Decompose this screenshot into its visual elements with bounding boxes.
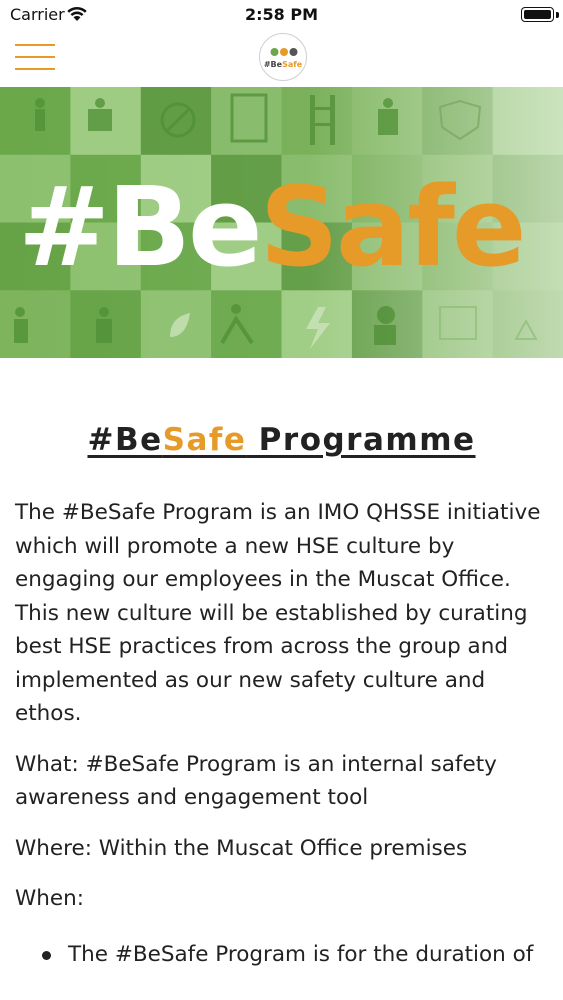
battery-tip (556, 12, 559, 18)
besafe-banner: #BeSafe (0, 87, 563, 358)
when-label: When: (15, 886, 84, 911)
besafe-logo[interactable]: #BeSafe (259, 33, 307, 81)
what-row: What: #BeSafe Program is an internal saf… (15, 748, 548, 815)
where-row: Where: Within the Muscat Office premises (15, 832, 548, 866)
list-item: The #BeSafe Program is for the duration … (15, 938, 548, 972)
nav-bar: #BeSafe (0, 30, 563, 87)
status-time: 2:58 PM (244, 5, 318, 24)
what-label: What: (15, 751, 79, 777)
where-text: Within the Muscat Office premises (91, 835, 468, 861)
hamburger-menu-icon[interactable] (15, 44, 55, 70)
status-bar: Carrier 2:58 PM (0, 0, 563, 30)
battery-icon (521, 7, 554, 22)
logo-badges-icon (270, 48, 298, 56)
what-text: #BeSafe Program is an internal safety aw… (15, 751, 497, 811)
main-content: #BeSafe Programme The #BeSafe Program is… (15, 358, 548, 971)
page-title: #BeSafe Programme (87, 422, 476, 458)
banner-text: #BeSafe (18, 163, 524, 291)
where-label: Where: (15, 835, 92, 861)
intro-paragraph: The #BeSafe Program is an IMO QHSSE init… (15, 500, 541, 726)
logo-text: #BeSafe (263, 60, 303, 69)
